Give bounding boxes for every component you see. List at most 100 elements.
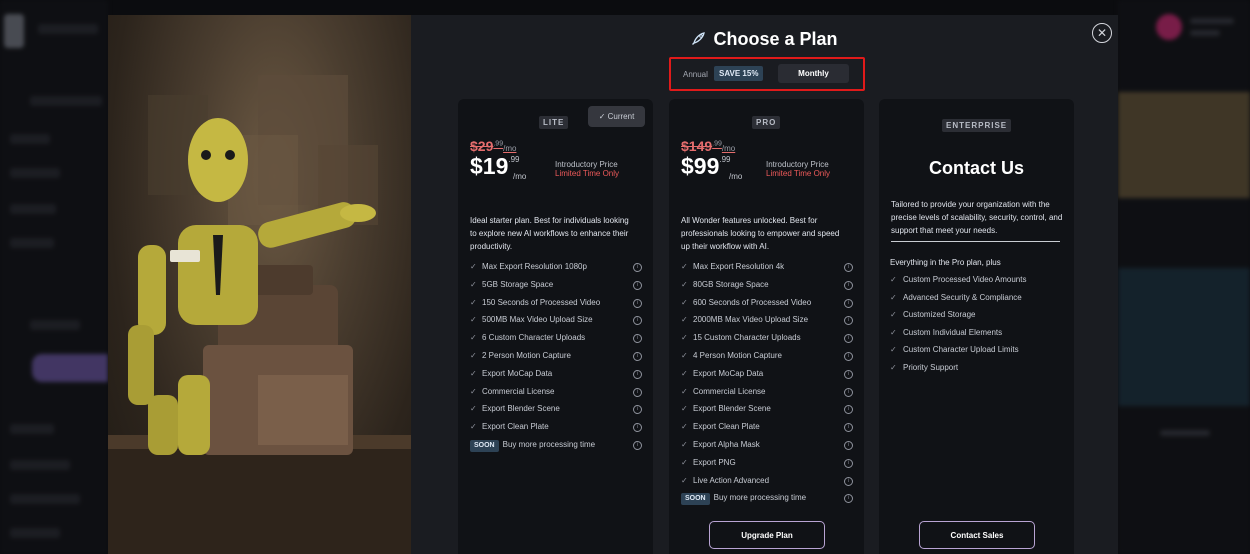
info-icon[interactable]: i — [633, 351, 642, 361]
feature-item: ✓ Customized Storage — [890, 306, 1062, 324]
annual-option[interactable]: Annual — [683, 70, 708, 79]
feature-label: Live Action Advanced — [693, 475, 770, 485]
close-button[interactable]: ✕ — [1092, 23, 1112, 43]
feature-item: ✓ 2000MB Max Video Upload Size i — [681, 311, 853, 329]
feature-label: Max Export Resolution 4k — [693, 262, 785, 271]
feature-label: 6 Custom Character Uploads — [482, 333, 586, 343]
feature-label: 2 Person Motion Capture — [482, 350, 571, 360]
info-icon[interactable]: i — [633, 316, 642, 326]
feature-label: Commercial License — [482, 386, 555, 396]
plan-card-enterprise: ENTERPRISE Contact Us Tailored to provid… — [879, 99, 1074, 554]
feature-item: ✓ 2 Person Motion Capture i — [470, 347, 642, 365]
info-icon[interactable]: i — [844, 334, 853, 344]
contact-heading: Contact Us — [928, 158, 1024, 178]
info-icon[interactable]: i — [633, 334, 642, 344]
info-icon[interactable]: i — [844, 280, 853, 290]
feature-item: ✓ 4 Person Motion Capture i — [681, 347, 853, 365]
feature-item: ✓ 500MB Max Video Upload Size i — [470, 311, 642, 329]
info-icon[interactable]: i — [633, 440, 642, 450]
feature-label: Buy more processing time — [713, 493, 807, 503]
feature-item: ✓ Custom Character Upload Limits — [890, 341, 1062, 359]
feature-item: ✓ 150 Seconds of Processed Video i — [470, 294, 642, 312]
background-nav-item — [30, 320, 80, 330]
info-icon[interactable]: i — [844, 351, 853, 361]
price-cents: .99 — [508, 155, 520, 164]
feature-label: 2000MB Max Video Upload Size — [693, 315, 809, 325]
price-period: /mo — [729, 172, 743, 181]
monthly-option[interactable]: Monthly — [778, 64, 849, 83]
info-icon[interactable]: i — [844, 405, 853, 415]
feature-label: Export MoCap Data — [482, 368, 553, 378]
info-icon[interactable]: i — [633, 280, 642, 290]
background-nav-item — [10, 528, 60, 538]
background-thumbnail — [1118, 92, 1250, 198]
plan-card-lite: LITE ✓ Current $29.99/mo $19.99 /mo Intr… — [458, 99, 653, 554]
check-icon: ✓ — [470, 368, 477, 378]
old-price-period: /mo — [721, 144, 736, 153]
feature-item: ✓ Export MoCap Data i — [681, 365, 853, 383]
feature-label: Custom Processed Video Amounts — [903, 275, 1027, 284]
feature-label: 5GB Storage Space — [482, 279, 554, 289]
contact-sales-button[interactable]: Contact Sales — [919, 521, 1035, 549]
info-icon[interactable]: i — [844, 263, 853, 272]
old-price: $149.99/mo — [681, 138, 735, 154]
intro-label: Introductory Price — [555, 160, 618, 169]
check-icon: ✓ — [890, 362, 897, 372]
plan-description: All Wonder features unlocked. Best for p… — [681, 216, 840, 251]
info-icon[interactable]: i — [633, 423, 642, 433]
check-icon: ✓ — [470, 422, 477, 432]
crash-test-dummy-illustration — [108, 75, 411, 554]
feature-item: ✓ Export PNG i — [681, 454, 853, 472]
info-icon[interactable]: i — [844, 316, 853, 326]
billing-toggle: Annual SAVE 15% Monthly — [669, 57, 865, 91]
intro-price: Introductory Price Limited Time Only — [766, 160, 830, 178]
info-icon[interactable]: i — [844, 458, 853, 468]
check-icon: ✓ — [681, 315, 688, 325]
upgrade-plan-button[interactable]: Upgrade Plan — [709, 521, 825, 549]
info-icon[interactable]: i — [844, 494, 853, 504]
limited-label: Limited Time Only — [766, 169, 831, 178]
price-period: /mo — [513, 172, 527, 181]
info-icon[interactable]: i — [633, 387, 642, 397]
check-icon: ✓ — [681, 279, 688, 289]
old-price: $29.99/mo — [470, 138, 516, 154]
feature-item: ✓ 5GB Storage Space i — [470, 276, 642, 294]
old-price-cents: .99 — [493, 140, 504, 148]
intro-price: Introductory Price Limited Time Only — [555, 160, 619, 178]
check-icon: ✓ — [470, 262, 477, 271]
plan-description: Tailored to provide your organization wi… — [891, 200, 1063, 235]
feature-label: Priority Support — [903, 362, 959, 372]
plans-panel: Choose a Plan ✕ Annual SAVE 15% Monthly … — [411, 15, 1118, 554]
info-icon[interactable]: i — [633, 298, 642, 308]
info-icon[interactable]: i — [844, 298, 853, 308]
feature-item: ✓ Commercial License i — [470, 383, 642, 401]
check-icon: ✓ — [470, 279, 477, 289]
info-icon[interactable]: i — [844, 387, 853, 397]
feature-list: ✓ Custom Processed Video Amounts ✓ Advance… — [890, 271, 1062, 377]
hero-illustration — [108, 15, 411, 554]
background-nav-item — [10, 238, 54, 248]
price-value: $99 — [681, 153, 720, 179]
info-icon[interactable]: i — [844, 423, 853, 433]
background-logo — [4, 14, 24, 48]
feature-label: Export Blender Scene — [482, 404, 560, 414]
info-icon[interactable]: i — [844, 369, 853, 379]
check-icon: ✓ — [470, 386, 477, 396]
info-icon[interactable]: i — [633, 263, 642, 272]
background-nav-item — [10, 424, 54, 434]
info-icon[interactable]: i — [844, 440, 853, 450]
feature-label: Buy more processing time — [502, 439, 596, 449]
feature-item: ✓ Export Blender Scene i — [681, 400, 853, 418]
price-value: $19 — [470, 153, 509, 179]
check-icon: ✓ — [681, 386, 688, 396]
save-badge[interactable]: SAVE 15% — [714, 66, 764, 81]
feature-item: ✓ 80GB Storage Space i — [681, 276, 853, 294]
new-price: $99.99 — [681, 153, 731, 180]
info-icon[interactable]: i — [633, 405, 642, 415]
feature-list: ✓ Max Export Resolution 4k i ✓ 80GB Storage… — [681, 258, 853, 507]
feature-item: ✓ Live Action Advanced i — [681, 472, 853, 490]
feature-item: ✓ Export MoCap Data i — [470, 365, 642, 383]
info-icon[interactable]: i — [633, 369, 642, 379]
info-icon[interactable]: i — [844, 476, 853, 486]
feature-label: Export PNG — [693, 457, 736, 467]
